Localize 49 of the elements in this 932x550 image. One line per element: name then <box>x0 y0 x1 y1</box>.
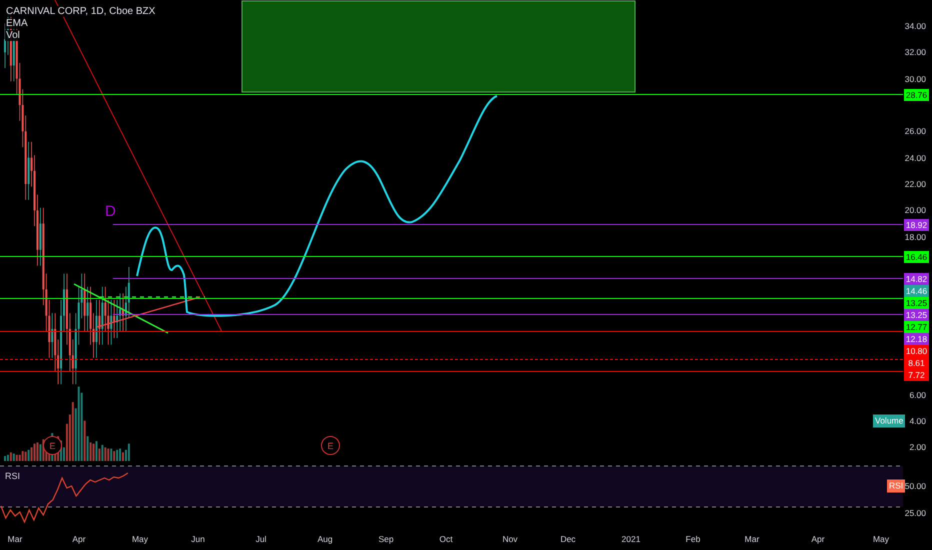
time-axis-label: Oct <box>439 534 453 544</box>
earnings-marker[interactable]: E <box>321 436 340 455</box>
rsi-badge: RSI <box>887 480 906 492</box>
rsi-title: RSI <box>5 471 20 481</box>
price-level-label: 13.25 <box>904 296 929 309</box>
time-axis-label: May <box>872 534 890 544</box>
time-axis-label: Apr <box>72 534 86 544</box>
price-level-label: 7.72 <box>904 368 929 381</box>
pattern-label: D <box>105 203 116 220</box>
price-level-label: 14.82 <box>904 272 929 285</box>
price-tick: 20.00 <box>904 205 926 216</box>
time-axis-label: Jun <box>191 534 205 544</box>
price-level-label: 10.80 <box>904 344 929 357</box>
time-axis-label: Sep <box>378 534 394 544</box>
rsi-tick: 50.00 <box>904 481 926 491</box>
price-tick: 24.00 <box>904 152 926 163</box>
price-tick: 22.00 <box>904 179 926 190</box>
time-axis-label: Nov <box>502 534 518 544</box>
price-level-label: 16.46 <box>904 251 929 263</box>
time-axis-label: Apr <box>811 534 825 544</box>
indicator-label: EMA <box>5 18 29 29</box>
earnings-marker[interactable]: E <box>43 436 62 455</box>
price-level-label: 8.61 <box>904 356 929 369</box>
time-axis-label: Mar <box>8 534 22 544</box>
rsi-tick: 25.00 <box>904 508 926 518</box>
price-tick: 34.00 <box>904 21 926 31</box>
volume-tick: 4.00 <box>909 416 926 426</box>
price-level-label: 28.76 <box>904 89 929 101</box>
price-tick: 6.00 <box>909 390 926 400</box>
chart-title: CARNIVAL CORP, 1D, Cboe BZX <box>5 6 156 17</box>
price-level-label: 12.77 <box>904 320 929 333</box>
price-level-label: 18.92 <box>904 218 929 231</box>
volume-badge: Volume <box>873 414 906 428</box>
price-tick: 32.00 <box>904 47 926 58</box>
time-axis-label: Jul <box>256 534 266 544</box>
time-axis-label: Aug <box>317 534 333 544</box>
price-level-label: 12.18 <box>904 332 929 345</box>
price-tick: 18.00 <box>904 232 926 242</box>
price-tick: 30.00 <box>904 74 926 84</box>
time-axis-label: May <box>132 534 148 544</box>
price-level-label: 13.25 <box>904 308 929 321</box>
price-level-label: 14.46 <box>904 284 929 297</box>
indicator-label: Vol <box>5 30 21 41</box>
time-axis-label: Feb <box>686 534 700 544</box>
price-tick: 26.00 <box>904 126 926 136</box>
time-axis-label: 2021 <box>622 534 640 544</box>
volume-tick: 2.00 <box>909 442 926 452</box>
time-axis-label: Dec <box>560 534 576 544</box>
time-axis-label: Mar <box>744 534 760 544</box>
